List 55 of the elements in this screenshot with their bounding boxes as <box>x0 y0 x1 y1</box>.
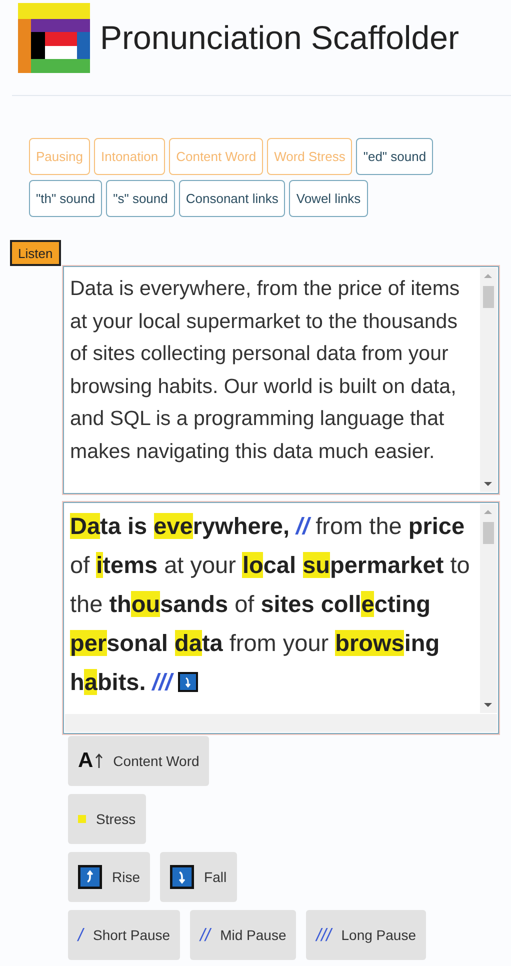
content-word: is <box>127 513 148 539</box>
function-word: of <box>70 552 90 578</box>
legend-label: Long Pause <box>341 927 416 943</box>
pause-mark: /// <box>152 669 172 695</box>
tab[interactable]: "s" sound <box>106 180 175 217</box>
content-word: data <box>174 630 223 656</box>
content-word: personal <box>70 630 168 656</box>
app-title: Pronunciation Scaffolder <box>100 19 459 57</box>
logo-icon <box>18 3 90 73</box>
legend-button[interactable]: Stress <box>68 794 146 844</box>
function-word: the <box>369 513 402 539</box>
content-word: local <box>242 552 296 578</box>
function-word: your <box>190 552 236 578</box>
legend-button[interactable]: /// Long Pause <box>306 910 426 960</box>
function-word: at <box>164 552 184 578</box>
scrollbar[interactable] <box>480 504 497 713</box>
legend-label: Short Pause <box>93 927 170 943</box>
legend-button[interactable]: // Mid Pause <box>190 910 296 960</box>
legend-label: Fall <box>204 869 227 885</box>
pause-symbol: // <box>200 924 210 946</box>
content-word: browsing <box>335 630 440 656</box>
function-word: your <box>282 630 329 656</box>
legend-label: Rise <box>112 869 140 885</box>
highlight-swatch-icon <box>78 815 86 823</box>
tab[interactable]: Vowel links <box>289 180 368 217</box>
content-word: collecting <box>320 591 431 617</box>
legend-button[interactable]: / Short Pause <box>68 910 180 960</box>
pause-mark: // <box>296 513 310 539</box>
function-word: from <box>229 630 276 656</box>
content-word: thousands <box>109 591 228 617</box>
legend-button[interactable]: Fall <box>160 852 237 902</box>
legend-button[interactable]: Rise <box>68 852 150 902</box>
content-word: price <box>408 513 465 539</box>
content-word: sites <box>260 591 314 617</box>
function-word: of <box>234 591 254 617</box>
listen-button[interactable]: Listen <box>10 240 61 266</box>
function-word: the <box>70 591 103 617</box>
content-word: supermarket <box>302 552 444 578</box>
up-arrow-icon <box>95 753 104 769</box>
pause-symbol: / <box>78 924 84 946</box>
tab[interactable]: Consonant links <box>178 180 286 217</box>
legend-button[interactable]: A Content Word <box>68 736 210 786</box>
pause-symbol: /// <box>316 924 332 946</box>
horizontal-scrollbar[interactable] <box>65 714 497 732</box>
legend-label: Stress <box>96 811 136 827</box>
content-word-symbol: A <box>78 749 94 773</box>
scrollbar[interactable] <box>480 268 497 492</box>
content-word: everywhere, <box>154 513 290 539</box>
legend-label: Content Word <box>113 753 200 769</box>
tab[interactable]: "ed" sound <box>356 138 434 175</box>
function-word: to <box>450 552 470 578</box>
text-input-field[interactable]: Data is everywhere, from the price of items at your local supermarket to the thousands of sites collecting personal data from your browsing habits. Our world is built on data, and SQL is a programming language that makes navigating this data much easier. <box>63 266 499 494</box>
legend-label: Mid Pause <box>220 927 286 943</box>
tab[interactable]: "th" sound <box>29 180 102 217</box>
function-word: from <box>316 513 363 539</box>
